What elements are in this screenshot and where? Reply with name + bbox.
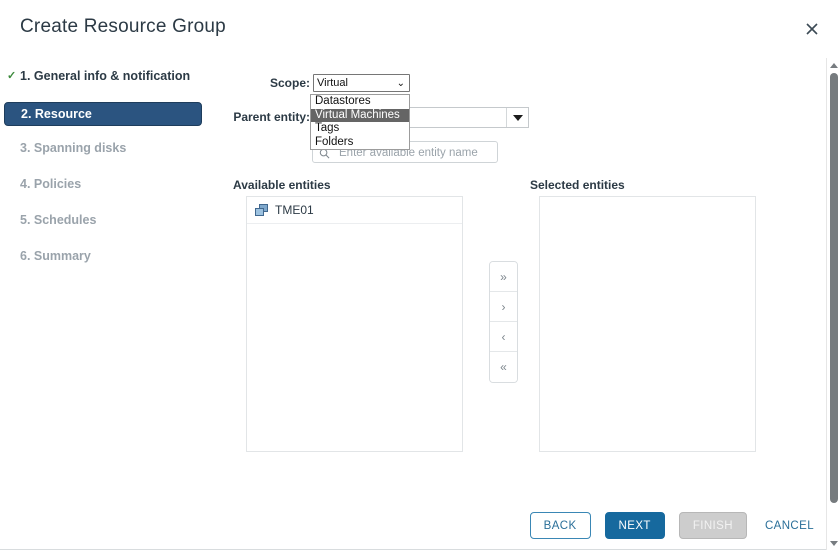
finish-button: FINISH — [679, 512, 747, 539]
remove-button[interactable]: ‹ — [490, 322, 517, 352]
entity-name: TME01 — [275, 203, 314, 217]
create-resource-group-dialog: Create Resource Group ✓ 1. General info … — [0, 0, 840, 553]
virtual-machine-icon — [255, 204, 269, 217]
step-label: 3. Spanning disks — [20, 141, 126, 155]
sidebar-item-spanning-disks[interactable]: 3. Spanning disks — [0, 138, 210, 159]
scope-select[interactable]: Virtual Machines ⌄ — [313, 74, 410, 92]
selected-entities-list[interactable] — [539, 196, 756, 452]
sidebar-item-summary[interactable]: 6. Summary — [0, 246, 210, 267]
chevron-down-icon: ⌄ — [397, 76, 405, 92]
parent-entity-label: Parent entity: — [150, 110, 310, 124]
chevron-down-icon[interactable] — [506, 108, 528, 127]
check-icon: ✓ — [7, 66, 16, 87]
option-folders[interactable]: Folders — [311, 136, 409, 150]
chevron-up-icon[interactable] — [827, 59, 840, 71]
step-label: 6. Summary — [20, 249, 91, 263]
add-all-button[interactable]: » — [490, 262, 517, 292]
dialog-footer: BACK NEXT FINISH CANCEL — [530, 512, 818, 539]
step-label: 5. Schedules — [20, 213, 96, 227]
available-entities-title: Available entities — [233, 178, 331, 192]
sidebar-item-general-info[interactable]: ✓ 1. General info & notification — [0, 66, 210, 87]
footer-divider — [0, 549, 828, 550]
cancel-button[interactable]: CANCEL — [761, 512, 818, 539]
close-icon[interactable] — [802, 19, 822, 39]
step-label: 2. Resource — [21, 107, 92, 121]
sidebar-item-schedules[interactable]: 5. Schedules — [0, 210, 210, 231]
back-button[interactable]: BACK — [530, 512, 591, 539]
option-datastores[interactable]: Datastores — [311, 95, 409, 109]
vertical-scrollbar[interactable] — [826, 58, 840, 550]
available-entities-list[interactable]: TME01 — [246, 196, 463, 452]
next-button[interactable]: NEXT — [605, 512, 665, 539]
wizard-steps: ✓ 1. General info & notification 2. Reso… — [0, 66, 210, 282]
chevron-down-icon[interactable] — [827, 537, 840, 549]
add-button[interactable]: › — [490, 292, 517, 322]
remove-all-button[interactable]: « — [490, 352, 517, 382]
option-virtual-machines[interactable]: Virtual Machines — [311, 109, 409, 123]
transfer-button-group: » › ‹ « — [489, 261, 518, 383]
list-item[interactable]: TME01 — [247, 197, 462, 224]
scrollbar-thumb[interactable] — [830, 73, 838, 503]
page-title: Create Resource Group — [20, 16, 226, 38]
selected-entities-title: Selected entities — [530, 178, 625, 192]
option-tags[interactable]: Tags — [311, 122, 409, 136]
scope-label: Scope: — [180, 76, 310, 90]
step-label: 1. General info & notification — [20, 69, 190, 83]
sidebar-item-policies[interactable]: 4. Policies — [0, 174, 210, 195]
scope-dropdown-options[interactable]: Datastores Virtual Machines Tags Folders — [310, 94, 410, 150]
step-label: 4. Policies — [20, 177, 81, 191]
